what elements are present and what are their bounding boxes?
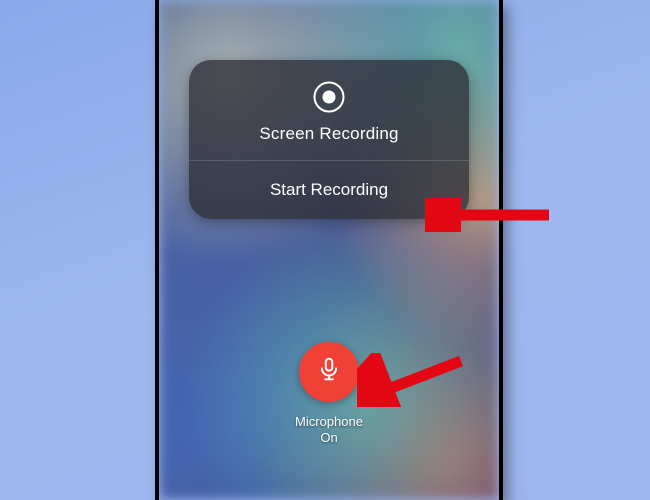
microphone-section: Microphone On (295, 342, 363, 447)
microphone-icon (316, 356, 342, 387)
microphone-toggle-button[interactable] (299, 342, 359, 402)
microphone-label: Microphone (295, 414, 363, 430)
microphone-status: On (320, 430, 337, 446)
panel-title: Screen Recording (259, 124, 398, 144)
phone-frame: Screen Recording Start Recording Microph… (155, 0, 503, 500)
page-background: Screen Recording Start Recording Microph… (0, 0, 650, 500)
screen-recording-panel: Screen Recording Start Recording (189, 60, 469, 219)
record-icon (312, 80, 346, 114)
panel-header: Screen Recording (189, 60, 469, 160)
start-recording-button[interactable]: Start Recording (189, 161, 469, 219)
